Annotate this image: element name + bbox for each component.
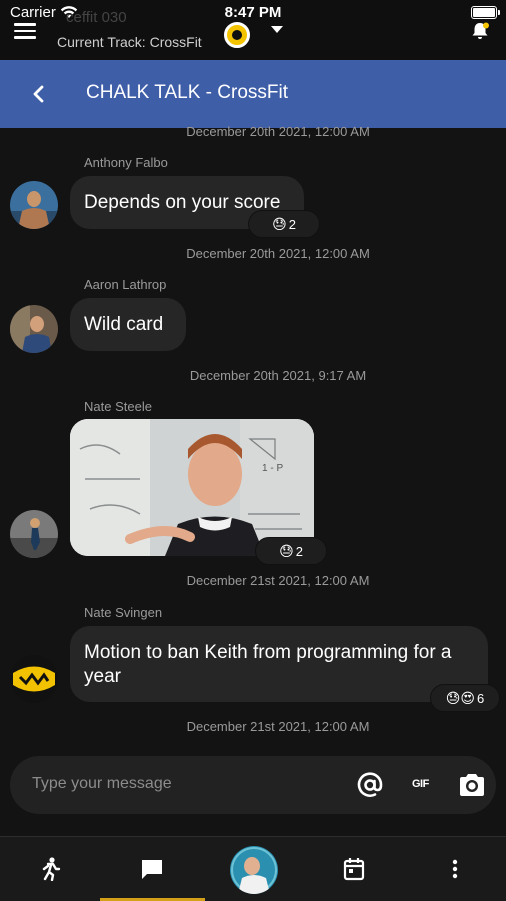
track-icon[interactable]: [224, 22, 250, 48]
ghost-title: ceffit 030: [66, 9, 127, 26]
reaction-count: 2: [288, 216, 296, 232]
message-bubble[interactable]: Wild card: [70, 298, 186, 351]
chat-icon: [142, 860, 162, 879]
gif-message[interactable]: 1 - P: [70, 419, 314, 556]
message-author: Nate Steele: [84, 399, 152, 414]
message-text: Wild card: [84, 314, 164, 335]
reaction-emoji: 😓: [272, 215, 287, 232]
avatar[interactable]: [10, 305, 58, 353]
bell-icon[interactable]: [470, 22, 490, 40]
avatar[interactable]: [10, 181, 58, 229]
message-timestamp: December 20th 2021, 12:00 AM: [186, 246, 370, 261]
message-timestamp: December 21st 2021, 12:00 AM: [186, 719, 370, 734]
message-author: Nate Svingen: [84, 605, 163, 620]
mention-icon[interactable]: [356, 771, 384, 799]
nav-profile-avatar[interactable]: [230, 846, 278, 894]
message-timestamp: December 20th 2021, 9:17 AM: [189, 368, 367, 383]
gif-button[interactable]: GIF: [412, 778, 429, 790]
camera-icon[interactable]: [458, 772, 486, 798]
battery-fill: [473, 8, 495, 17]
reaction-badge[interactable]: 😓 2: [248, 210, 320, 238]
top-header: Carrier 8:47 PM ceffit 030 Current Track…: [0, 0, 506, 60]
gif-text: 1 - P: [262, 463, 284, 474]
chevron-down-icon[interactable]: [271, 26, 283, 33]
message-text: Motion to ban Keith from programming for…: [84, 642, 452, 687]
nav-calendar[interactable]: [324, 837, 384, 901]
current-track-label[interactable]: Current Track: CrossFit: [57, 34, 202, 50]
back-arrow-icon[interactable]: [28, 82, 50, 106]
message-timestamp: December 21st 2021, 12:00 AM: [186, 573, 370, 588]
chat-title-bar: CHALK TALK - CrossFit: [0, 60, 506, 128]
message-bubble[interactable]: Motion to ban Keith from programming for…: [70, 626, 488, 702]
reaction-emoji: 😓😍: [445, 689, 475, 706]
reaction-emoji: 😓: [279, 542, 294, 559]
nav-more[interactable]: [425, 837, 485, 901]
battery-icon: [471, 6, 500, 19]
calendar-icon: [343, 858, 365, 881]
message-text: Depends on your score: [84, 192, 281, 213]
message-composer: GIF: [10, 756, 496, 814]
message-timestamp: December 20th 2021, 12:00 AM: [186, 124, 370, 139]
message-author: Aaron Lathrop: [84, 277, 167, 292]
reaction-badge[interactable]: 😓😍 6: [430, 684, 500, 712]
avatar[interactable]: [10, 655, 58, 703]
reaction-count: 6: [476, 690, 485, 706]
reaction-badge[interactable]: 😓 2: [255, 537, 327, 565]
nav-chat[interactable]: [122, 837, 182, 901]
bottom-nav: [0, 836, 506, 901]
reaction-count: 2: [295, 543, 303, 559]
more-vertical-icon: [452, 859, 458, 879]
avatar[interactable]: [10, 510, 58, 558]
message-input[interactable]: [30, 774, 334, 794]
chat-title: CHALK TALK - CrossFit: [86, 82, 289, 103]
nav-activity[interactable]: [20, 837, 80, 901]
running-person-icon: [42, 857, 61, 881]
message-author: Anthony Falbo: [84, 155, 168, 170]
menu-icon[interactable]: [14, 23, 36, 39]
